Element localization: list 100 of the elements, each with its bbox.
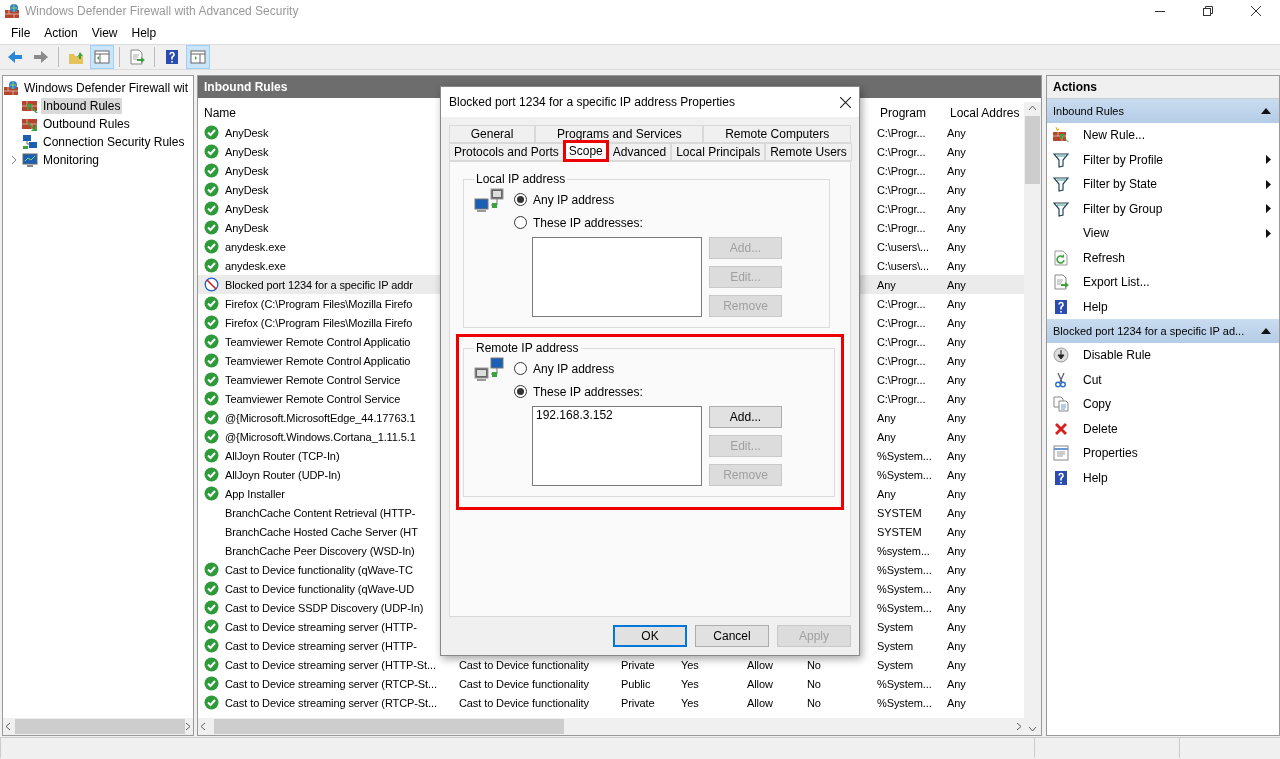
- column-header[interactable]: Local Addres: [944, 105, 1020, 120]
- restore-icon[interactable]: [1203, 6, 1213, 16]
- new-rule-icon: [1053, 127, 1069, 144]
- table-cell-text: Any: [946, 639, 967, 652]
- table-cell-text: No: [806, 677, 822, 690]
- tree-item[interactable]: Outbound Rules: [41, 116, 132, 132]
- radio-label[interactable]: These IP addresses:: [533, 215, 643, 230]
- table-cell-text: Any: [946, 658, 967, 671]
- table-cell-text: Cast to Device functionality: [458, 677, 590, 690]
- command-link[interactable]: Export List...: [1047, 270, 1279, 295]
- tab[interactable]: Programs and Services: [535, 125, 704, 143]
- tab[interactable]: Local Principals: [671, 143, 766, 161]
- tab[interactable]: Scope: [563, 141, 608, 161]
- radio-button[interactable]: [514, 385, 527, 398]
- dialog-title: Blocked port 1234 for a specific IP address Properties: [449, 95, 735, 109]
- table-cell-text: %System...: [876, 468, 933, 481]
- menu-item[interactable]: Help: [124, 26, 164, 40]
- close-icon[interactable]: [840, 96, 851, 108]
- table-cell-text: Cast to Device functionality: [458, 658, 590, 671]
- command-link[interactable]: Filter by State: [1047, 172, 1279, 197]
- command-link[interactable]: Disable Rule: [1047, 343, 1279, 368]
- tree-item[interactable]: Windows Defender Firewall wit: [22, 80, 191, 96]
- address-list[interactable]: 192.168.3.152: [532, 406, 702, 486]
- tab[interactable]: Protocols and Ports: [449, 143, 564, 161]
- menu-item[interactable]: File: [4, 26, 38, 40]
- radio-button[interactable]: [514, 362, 527, 375]
- menu-item[interactable]: Action: [37, 26, 85, 40]
- table-cell-text: Any: [946, 506, 967, 519]
- tab[interactable]: Advanced: [607, 143, 672, 161]
- table-cell-text: Any: [876, 411, 897, 424]
- table-cell-text: AnyDesk: [224, 145, 269, 158]
- tree-item[interactable]: Inbound Rules: [41, 98, 123, 114]
- table-cell-text: Any: [946, 221, 967, 234]
- command-link[interactable]: Filter by Group: [1047, 196, 1279, 221]
- tab[interactable]: Remote Computers: [703, 125, 851, 143]
- table-cell-text: Cast to Device streaming server (HTTP-: [224, 639, 417, 652]
- section-header[interactable]: Inbound Rules: [1047, 99, 1279, 123]
- dialog-button[interactable]: OK: [613, 625, 687, 647]
- table-cell-text: Yes: [680, 677, 700, 690]
- tree-item[interactable]: Connection Security Rules: [41, 134, 187, 150]
- table-cell-text: BranchCache Content Retrieval (HTTP-: [224, 506, 416, 519]
- table-cell-text: Any: [946, 240, 967, 253]
- table-cell-text: Allow: [746, 696, 774, 709]
- forward-icon[interactable]: [33, 49, 49, 65]
- command-link[interactable]: Properties: [1047, 441, 1279, 466]
- close-icon[interactable]: [1251, 6, 1261, 16]
- command-link[interactable]: New Rule...: [1047, 123, 1279, 148]
- table-cell-text: Any: [946, 544, 967, 557]
- table-cell-text: C:\Progr...: [876, 392, 927, 405]
- dialog-button[interactable]: Add...: [709, 406, 782, 428]
- help-icon[interactable]: [164, 49, 180, 65]
- table-cell-text: Any: [946, 563, 967, 576]
- table-cell-text: C:\Progr...: [876, 297, 927, 310]
- radio-label[interactable]: These IP addresses:: [533, 384, 643, 399]
- table-cell-text: Any: [876, 487, 897, 500]
- scroll-thumb[interactable]: [214, 719, 564, 734]
- table-cell-text: %System...: [876, 582, 933, 595]
- vertical-scrollbar[interactable]: [1024, 102, 1041, 735]
- back-icon[interactable]: [7, 49, 23, 65]
- scroll-thumb[interactable]: [15, 719, 185, 734]
- table-cell-text: Any: [876, 278, 897, 291]
- command-link[interactable]: Help: [1047, 294, 1279, 319]
- command-link[interactable]: Refresh: [1047, 245, 1279, 270]
- table-cell-text: Any: [946, 278, 967, 291]
- command-link[interactable]: Help: [1047, 465, 1279, 490]
- tree-item[interactable]: Monitoring: [41, 152, 102, 168]
- horizontal-scrollbar[interactable]: [198, 718, 1024, 735]
- dialog-button[interactable]: Cancel: [695, 625, 769, 647]
- column-header[interactable]: Program: [874, 105, 944, 120]
- list-item[interactable]: 192.168.3.152: [536, 408, 698, 422]
- tab[interactable]: General: [449, 125, 536, 143]
- tab[interactable]: Remote Users: [765, 143, 852, 161]
- table-cell-text: Any: [946, 696, 967, 709]
- scroll-thumb[interactable]: [1025, 116, 1040, 184]
- export-icon[interactable]: [129, 49, 145, 65]
- table-cell-text: Blocked port 1234 for a specific IP addr: [224, 278, 413, 291]
- table-cell-text: SYSTEM: [876, 525, 923, 538]
- table-cell-text: App Installer: [224, 487, 285, 500]
- radio-label[interactable]: Any IP address: [533, 361, 615, 376]
- horizontal-scrollbar[interactable]: [3, 718, 193, 735]
- table-cell-text: Any: [946, 297, 967, 310]
- table-cell-text: AnyDesk: [224, 183, 269, 196]
- menu-item[interactable]: View: [84, 26, 125, 40]
- table-cell-text: Firefox (C:\Program Files\Mozilla Firefo: [224, 316, 413, 329]
- address-list[interactable]: [532, 237, 702, 317]
- section-header[interactable]: Blocked port 1234 for a specific IP ad...: [1047, 319, 1279, 343]
- chevron-icon[interactable]: [10, 156, 18, 164]
- radio-button[interactable]: [514, 193, 527, 206]
- collapse-icon[interactable]: [1261, 108, 1271, 114]
- command-link[interactable]: Copy: [1047, 392, 1279, 417]
- radio-button[interactable]: [514, 216, 527, 229]
- table-cell-text: Any: [946, 487, 967, 500]
- command-link[interactable]: View: [1047, 221, 1279, 246]
- table-cell-text: Cast to Device functionality (qWave-TC: [224, 563, 413, 576]
- radio-label[interactable]: Any IP address: [533, 192, 615, 207]
- table-cell-text: Any: [946, 449, 967, 462]
- command-link[interactable]: Delete: [1047, 416, 1279, 441]
- collapse-icon[interactable]: [1261, 328, 1271, 334]
- command-link[interactable]: Cut: [1047, 367, 1279, 392]
- command-link[interactable]: Filter by Profile: [1047, 147, 1279, 172]
